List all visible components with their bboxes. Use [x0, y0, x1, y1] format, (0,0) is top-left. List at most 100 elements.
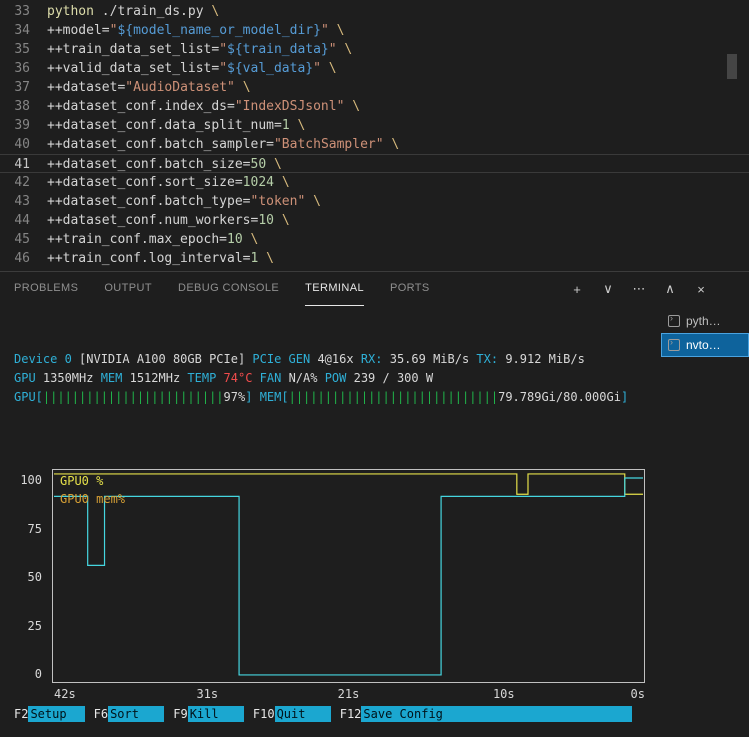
- code-line-40[interactable]: 40 ++dataset_conf.batch_sampler="BatchSam…: [0, 135, 749, 154]
- fkey-f9: F9Kill: [173, 706, 244, 722]
- code-line-35[interactable]: 35++train_data_set_list="${train_data}" …: [0, 40, 749, 59]
- x-tick-label: 42s: [54, 685, 76, 704]
- trace-gpu0-: [54, 474, 643, 494]
- editor-lines: 33 python ./train_ds.py \ 34 ++model="${mod…: [0, 0, 749, 268]
- fkey-action-label: Setup: [28, 706, 84, 722]
- code-text: ++dataset_conf.batch_sampler="BatchSampl…: [47, 135, 399, 154]
- fkey-action-label: Kill: [188, 706, 244, 722]
- fkey-f2: F2Setup: [14, 706, 85, 722]
- code-line-33[interactable]: 33 python ./train_ds.py \: [0, 2, 749, 21]
- panel-tabs: PROBLEMS OUTPUT DEBUG CONSOLE TERMINAL PORTS: [14, 272, 456, 306]
- graph-x-axis: 42s 31s 21s 10s 0s: [52, 685, 645, 703]
- code-line-42[interactable]: 42++dataset_conf.sort_size=1024 \: [0, 173, 749, 192]
- fkey-key-label: F10: [253, 706, 275, 722]
- terminal-icon: [668, 339, 680, 351]
- line-number: 40: [0, 135, 30, 154]
- fkey-key-label: F6: [94, 706, 108, 722]
- code-line-34[interactable]: 34 ++model="${model_name_or_model_dir}" \: [0, 21, 749, 40]
- x-tick-label: 21s: [338, 685, 360, 704]
- graph-legend: GPU0 %GPU0 mem%: [60, 472, 125, 508]
- code-text: ++model="${model_name_or_model_dir}" \: [47, 21, 344, 40]
- fkey-bar: F2Setup F6Sort F9Kill F10Quit F12Save Config: [14, 706, 632, 722]
- code-text: ++dataset_conf.sort_size=1024 \: [47, 173, 290, 192]
- y-tick-label: 0: [14, 665, 42, 683]
- panel-header: PROBLEMS OUTPUT DEBUG CONSOLE TERMINAL PORTS…: [0, 272, 749, 306]
- terminal-list-item-pyth[interactable]: pyth…: [661, 309, 749, 333]
- terminal-line: Device 0 [NVIDIA A100 80GB PCIe] PCIe GE…: [14, 350, 661, 369]
- code-line-43[interactable]: 43 ++dataset_conf.batch_type="token" \: [0, 192, 749, 211]
- code-line-45[interactable]: 45++train_conf.max_epoch=10 \: [0, 230, 749, 249]
- launch-profile-dropdown-icon[interactable]: ∨: [600, 281, 616, 297]
- fkey-f6: F6Sort: [94, 706, 165, 722]
- fkey-action-label: Save Config: [361, 706, 632, 722]
- code-editor[interactable]: 33 python ./train_ds.py \ 34 ++model="${mod…: [0, 0, 749, 271]
- x-tick-label: 10s: [493, 685, 515, 704]
- y-tick-label: 25: [14, 617, 42, 635]
- code-text: ++dataset_conf.index_ds="IndexDSJsonl" \: [47, 97, 360, 116]
- code-text: ++dataset="AudioDataset" \: [47, 78, 251, 97]
- legend-gpu0-mem-: GPU0 mem%: [60, 490, 125, 508]
- fkey-key-label: F2: [14, 706, 28, 722]
- fkey-f12: F12Save Config: [340, 706, 632, 722]
- panel-body: Device 0 [NVIDIA A100 80GB PCIe] PCIe GE…: [0, 306, 749, 737]
- code-line-46[interactable]: 46++train_conf.log_interval=1 \: [0, 249, 749, 268]
- x-tick-label: 0s: [631, 685, 645, 704]
- code-text: ++dataset_conf.num_workers=10 \: [47, 211, 290, 230]
- new-terminal-icon[interactable]: +: [569, 282, 585, 297]
- code-text: ++train_conf.max_epoch=10 \: [47, 230, 258, 249]
- y-tick-label: 50: [14, 568, 42, 586]
- terminal-line: GPU[|||||||||||||||||||||||||97%] MEM[||…: [14, 388, 661, 407]
- code-line-41[interactable]: 41 ++dataset_conf.batch_size=50 \: [0, 154, 749, 173]
- fkey-key-label: F12: [340, 706, 362, 722]
- line-number: 36: [0, 59, 30, 78]
- code-text: ++valid_data_set_list="${val_data}" \: [47, 59, 337, 78]
- terminal-list-item-label: nvto…: [686, 338, 721, 352]
- fkey-action-label: Sort: [108, 706, 164, 722]
- scrollbar-thumb[interactable]: [727, 54, 737, 79]
- line-number: 43: [0, 192, 30, 211]
- terminal-icon: [668, 315, 680, 327]
- graph-traces: [53, 470, 644, 682]
- line-number: 39: [0, 116, 30, 135]
- code-line-38[interactable]: 38 ++dataset_conf.index_ds="IndexDSJsonl"…: [0, 97, 749, 116]
- panel-actions: + ∨ ⋯ ∧ ×: [569, 272, 709, 306]
- code-line-39[interactable]: 39 ++dataset_conf.data_split_num=1 \: [0, 116, 749, 135]
- more-actions-icon[interactable]: ⋯: [631, 281, 647, 297]
- code-line-44[interactable]: 44 ++dataset_conf.num_workers=10 \: [0, 211, 749, 230]
- code-text: ++dataset_conf.data_split_num=1 \: [47, 116, 305, 135]
- code-text: ++dataset_conf.batch_size=50 \: [47, 155, 282, 172]
- line-number: 44: [0, 211, 30, 230]
- y-tick-label: 75: [14, 520, 42, 538]
- fkey-f10: F10Quit: [253, 706, 331, 722]
- maximize-panel-icon[interactable]: ∧: [662, 281, 678, 297]
- legend-gpu0-: GPU0 %: [60, 472, 125, 490]
- fkey-key-label: F9: [173, 706, 187, 722]
- editor-scrollbar[interactable]: [727, 0, 737, 271]
- line-number: 41: [0, 155, 30, 172]
- fkey-action-label: Quit: [275, 706, 331, 722]
- trace-gpu0-mem-: [54, 478, 643, 675]
- line-number: 35: [0, 40, 30, 59]
- terminal-output[interactable]: Device 0 [NVIDIA A100 80GB PCIe] PCIe GE…: [0, 306, 661, 737]
- graph-plot-area: GPU0 %GPU0 mem%: [52, 469, 645, 683]
- terminal-list-item-nvto[interactable]: nvto…: [661, 333, 749, 357]
- line-number: 33: [0, 2, 30, 21]
- panel-tab-ports[interactable]: PORTS: [390, 272, 430, 306]
- panel-tab-debug-console[interactable]: DEBUG CONSOLE: [178, 272, 279, 306]
- code-text: ++dataset_conf.batch_type="token" \: [47, 192, 321, 211]
- line-number: 34: [0, 21, 30, 40]
- terminal-info-lines: Device 0 [NVIDIA A100 80GB PCIe] PCIe GE…: [14, 350, 661, 407]
- gpu-usage-graph: 100 75 50 25 0 GPU0 %GPU0 mem% 42s 31s 21s 10s 0…: [14, 469, 648, 705]
- panel-tab-output[interactable]: OUTPUT: [104, 272, 152, 306]
- close-panel-icon[interactable]: ×: [693, 282, 709, 297]
- code-text: python ./train_ds.py \: [47, 2, 219, 21]
- code-line-37[interactable]: 37++dataset="AudioDataset" \: [0, 78, 749, 97]
- x-tick-label: 31s: [196, 685, 218, 704]
- terminal-line: GPU 1350MHz MEM 1512MHz TEMP 74°C FAN N/…: [14, 369, 661, 388]
- line-number: 38: [0, 97, 30, 116]
- code-text: ++train_conf.log_interval=1 \: [47, 249, 274, 268]
- panel-tab-terminal[interactable]: TERMINAL: [305, 272, 364, 306]
- code-line-36[interactable]: 36 ++valid_data_set_list="${val_data}" \: [0, 59, 749, 78]
- panel-tab-problems[interactable]: PROBLEMS: [14, 272, 78, 306]
- y-tick-label: 100: [14, 471, 42, 489]
